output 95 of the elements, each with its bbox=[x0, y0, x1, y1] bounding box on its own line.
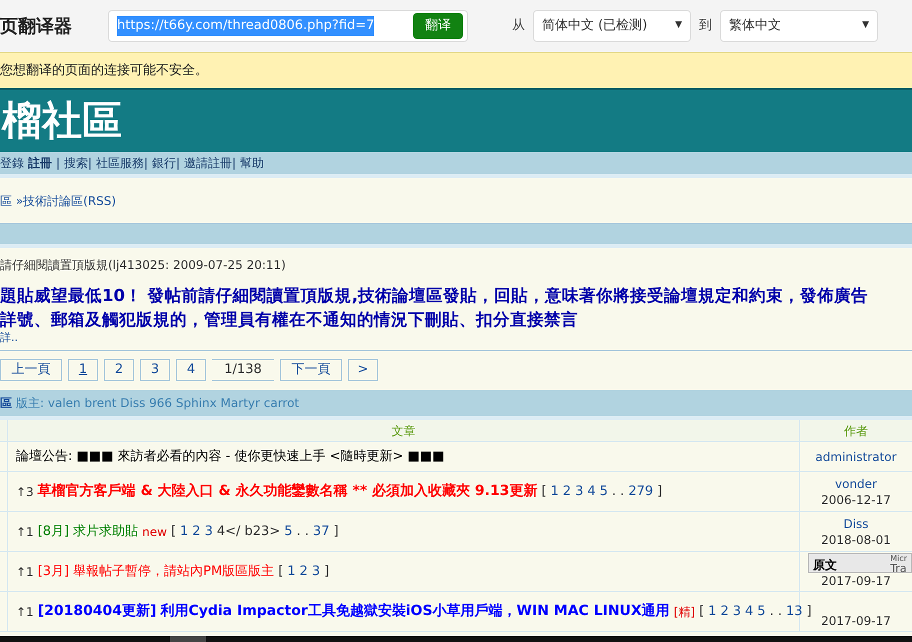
topic-link[interactable]: 求片求助貼 bbox=[73, 522, 138, 542]
topic-tag: [8月] bbox=[38, 522, 70, 542]
page-text: . . bbox=[770, 602, 782, 621]
sticky-mark: ↑1 bbox=[16, 604, 34, 620]
page-text: ] bbox=[324, 562, 330, 581]
nav-link[interactable]: 幫助 bbox=[240, 154, 264, 172]
page-link[interactable]: 4 bbox=[745, 602, 754, 622]
sticky-mark: ↑1 bbox=[16, 524, 34, 540]
post-date: 2017-09-17 bbox=[821, 573, 891, 589]
page-link[interactable]: 2 bbox=[720, 602, 729, 622]
source-language-select[interactable]: 简体中文 (已检测) ▼ bbox=[533, 10, 691, 42]
target-language-select[interactable]: 繁体中文 ▼ bbox=[720, 10, 878, 42]
breadcrumb-link[interactable]: 技術討論區 bbox=[23, 192, 84, 210]
page-text: [ bbox=[541, 482, 547, 501]
topic-link[interactable]: 論壇公告: ■■■ 來訪者必看的內容 - 使你更快速上手 <隨時更新> ■■■ bbox=[16, 446, 444, 466]
to-label: 到 bbox=[699, 17, 712, 36]
breadcrumb-text: 區 » bbox=[0, 192, 24, 210]
page-link[interactable]: 3 bbox=[312, 562, 320, 582]
popup-brand-text: Tra bbox=[890, 564, 907, 574]
page-link[interactable]: 5 bbox=[757, 602, 766, 622]
topic-link[interactable]: 草榴官方客戶端 & 大陸入口 & 永久功能鑾數名稱 ** 必須加入收藏夾 9.13更新 bbox=[38, 481, 538, 502]
page-link[interactable]: 2 bbox=[104, 359, 134, 381]
nav-link[interactable]: 社區服務| bbox=[96, 154, 148, 172]
forum-name: 區 bbox=[0, 395, 12, 412]
page-link[interactable]: 下一頁 bbox=[280, 359, 342, 381]
featured-label: new bbox=[142, 524, 167, 540]
nav-link[interactable]: 登錄 bbox=[0, 154, 24, 172]
page-link[interactable]: > bbox=[348, 359, 378, 381]
rss-link[interactable]: (RSS) bbox=[83, 192, 116, 210]
topic-tag: [3月] bbox=[38, 562, 70, 582]
page-link[interactable]: 2 bbox=[300, 562, 308, 582]
warning-banner: 您想翻译的页面的连接可能不安全。 bbox=[0, 52, 912, 88]
page-link[interactable]: 1 bbox=[708, 602, 716, 622]
page-link[interactable]: 1 bbox=[287, 562, 296, 582]
post-date: 2017-09-17 bbox=[821, 613, 891, 629]
topic-link[interactable]: 利用Cydia Impactor工具免越獄安裝iOS小草用戶端，WIN MAC LINUX通用 bbox=[160, 601, 670, 622]
column-header: 文章 bbox=[392, 422, 416, 440]
page-link[interactable]: 4 bbox=[176, 359, 206, 381]
post-date: 2018-08-01 bbox=[821, 532, 891, 548]
page-link[interactable]: 5 bbox=[600, 482, 608, 502]
page-link[interactable]: 3 bbox=[140, 359, 170, 381]
url-text: https://t66y.com/thread0806.php?fid=7 bbox=[117, 16, 374, 36]
app-title: 页翻译器 bbox=[0, 14, 73, 38]
page-link[interactable]: 3 bbox=[732, 602, 742, 622]
more-link[interactable]: 詳.. bbox=[0, 332, 912, 344]
page-text: [ bbox=[170, 522, 176, 541]
page-link[interactable]: 13 bbox=[786, 602, 803, 622]
page-link[interactable]: 2 bbox=[192, 522, 201, 542]
page-text: . . bbox=[612, 482, 624, 501]
page-counter: 1/138 bbox=[212, 359, 274, 381]
caret-icon: ▼ bbox=[675, 19, 682, 33]
page-text: [ bbox=[278, 562, 284, 581]
page-link[interactable]: 2 bbox=[562, 482, 572, 502]
page-text: 4</ b23> bbox=[216, 522, 280, 541]
notice-text: 詳號、郵箱及觸犯版規的，管理員有權在不通知的情況下刪貼、扣分直接禁言 bbox=[0, 309, 579, 331]
page-link[interactable]: 279 bbox=[628, 482, 654, 502]
page-text: . . bbox=[296, 522, 309, 541]
nav-link[interactable]: 邀請註冊| bbox=[184, 154, 236, 172]
page-link[interactable]: 上一頁 bbox=[0, 359, 62, 381]
author-link[interactable]: administrator bbox=[815, 448, 897, 464]
popup-brand-text: Micr bbox=[890, 554, 907, 564]
caret-icon: ▼ bbox=[862, 19, 869, 33]
scroll-thumb[interactable] bbox=[170, 636, 206, 642]
moderator-list: 版主: valen brent Diss 966 Sphinx Martyr carrot bbox=[16, 394, 300, 412]
page-link[interactable]: 1 bbox=[180, 522, 188, 542]
nav-link[interactable]: 銀行| bbox=[152, 154, 180, 172]
notice-text: 題貼威望最低10！ 發帖前請仔細閱讀置頂版規,技術論壇區發貼，回貼，意味著你將接受論壇規定和約束，發佈廣告 bbox=[0, 285, 869, 307]
nav-link[interactable]: | 搜索| bbox=[56, 154, 92, 172]
column-header: 作者 bbox=[844, 422, 868, 440]
page-link[interactable]: 3 bbox=[204, 522, 213, 542]
url-field[interactable]: https://t66y.com/thread0806.php?fid=7 翻译 bbox=[108, 10, 468, 42]
sticky-mark: ↑3 bbox=[16, 484, 34, 500]
page-link[interactable]: 5 bbox=[284, 522, 293, 542]
page-link[interactable]: 1 bbox=[550, 482, 559, 502]
translate-button[interactable]: 翻译 bbox=[413, 13, 463, 39]
page-text: ] bbox=[657, 482, 662, 501]
topic-tag: [20180404更新] bbox=[38, 601, 156, 622]
page-text: [ bbox=[699, 602, 704, 621]
popup-title: 原文 bbox=[813, 557, 837, 574]
sticky-mark: ↑1 bbox=[16, 564, 34, 580]
author-link[interactable]: vonder bbox=[835, 476, 877, 492]
page-link[interactable]: 3 bbox=[575, 482, 584, 502]
nav-link[interactable]: 註冊 bbox=[28, 154, 52, 172]
notice-meta: 請仔細閱讀置頂版規(lj413025: 2009-07-25 20:11) bbox=[0, 257, 287, 274]
topic-link[interactable]: 舉報帖子暫停，請站內PM版區版主 bbox=[73, 562, 274, 582]
page-link[interactable]: 4 bbox=[587, 482, 596, 502]
page-link[interactable]: 37 bbox=[312, 522, 330, 542]
author-link[interactable]: Diss bbox=[843, 516, 869, 532]
page-text: ] bbox=[333, 522, 339, 541]
from-label: 从 bbox=[512, 17, 525, 36]
page-link[interactable]: 1 bbox=[68, 359, 98, 381]
site-logo: 榴社區 bbox=[2, 97, 122, 146]
post-date: 2006-12-17 bbox=[821, 492, 891, 508]
featured-label: [精] bbox=[674, 604, 696, 620]
page-text: ] bbox=[806, 602, 812, 621]
